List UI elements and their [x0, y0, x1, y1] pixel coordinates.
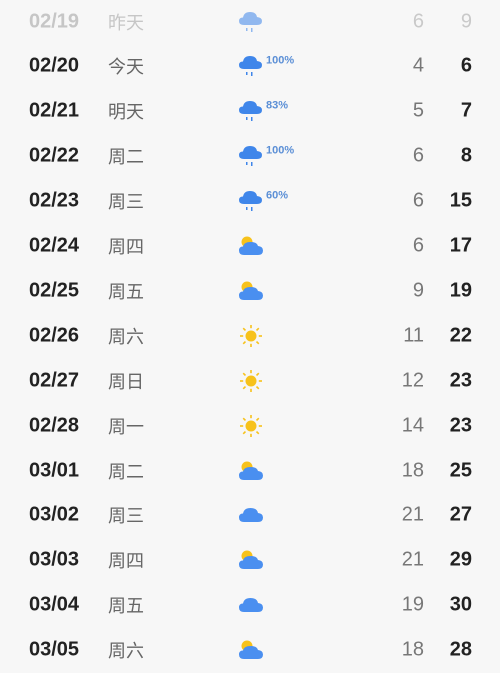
weekday-label: 周六 — [108, 326, 144, 348]
low-temp: 6 — [412, 10, 424, 32]
forecast-row[interactable]: 02/20 今天 100% 4 6 — [0, 44, 500, 89]
sun-icon — [238, 369, 264, 393]
date-label: 02/24 — [29, 234, 80, 257]
cloud-icon — [238, 593, 264, 617]
precip-chance: 100% — [266, 144, 295, 157]
high-temp: 22 — [449, 324, 472, 347]
weekday-label: 周二 — [108, 147, 144, 169]
weekday-label: 周日 — [108, 371, 144, 393]
weekday-label: 周三 — [108, 506, 144, 528]
low-temp: 21 — [401, 503, 424, 526]
high-temp: 7 — [460, 99, 472, 122]
forecast-row[interactable]: 02/25 周五 9 19 — [0, 268, 500, 313]
weekday-label: 明天 — [108, 102, 144, 124]
date-label: 03/02 — [29, 503, 80, 526]
precip-chance: 83% — [266, 99, 289, 112]
date-label: 03/03 — [29, 548, 80, 571]
weekday-label: 周四 — [108, 551, 144, 573]
date-label: 02/27 — [29, 369, 80, 392]
high-temp: 9 — [460, 10, 472, 32]
weekday-label: 周四 — [108, 237, 144, 258]
sun-icon — [238, 324, 264, 348]
rain-icon — [238, 10, 264, 34]
rain-icon — [238, 189, 264, 213]
low-temp: 9 — [412, 279, 424, 302]
cloud-icon — [238, 503, 264, 527]
high-temp: 25 — [449, 459, 472, 481]
partly-cloudy-icon — [238, 638, 264, 662]
weekday-label: 周一 — [108, 416, 144, 438]
high-temp: 28 — [449, 638, 472, 661]
forecast-row[interactable]: 03/03 周四 21 29 — [0, 538, 500, 583]
forecast-row[interactable]: 02/28 周一 14 23 — [0, 403, 500, 448]
weekday-label: 周六 — [108, 641, 144, 663]
weekday-label: 周五 — [108, 281, 144, 303]
partly-cloudy-icon — [238, 548, 264, 572]
high-temp: 17 — [449, 234, 472, 257]
forecast-row[interactable]: 03/04 周五 19 30 — [0, 583, 500, 628]
low-temp: 21 — [401, 548, 424, 571]
date-label: 02/22 — [29, 144, 80, 167]
date-label: 02/20 — [29, 54, 80, 77]
forecast-row[interactable]: 03/01 周二 18 25 — [0, 448, 500, 493]
low-temp: 6 — [412, 189, 424, 212]
low-temp: 18 — [401, 638, 424, 661]
weekday-label: 周五 — [108, 596, 144, 618]
high-temp: 30 — [449, 593, 472, 616]
low-temp: 11 — [403, 324, 424, 347]
date-label: 03/05 — [29, 638, 80, 661]
precip-chance: 100% — [266, 54, 295, 67]
forecast-row[interactable]: 02/21 明天 83% 5 7 — [0, 89, 500, 134]
forecast-row[interactable]: 02/27 周日 12 23 — [0, 358, 500, 403]
date-label: 02/21 — [29, 99, 80, 122]
low-temp: 6 — [412, 234, 424, 257]
date-label: 02/23 — [29, 189, 80, 212]
weekday-label: 昨天 — [108, 12, 144, 34]
forecast-row[interactable]: 02/22 周二 100% 6 8 — [0, 134, 500, 179]
high-temp: 27 — [449, 503, 472, 526]
partly-cloudy-icon — [238, 234, 264, 258]
high-temp: 6 — [460, 54, 472, 77]
low-temp: 12 — [401, 369, 424, 392]
forecast-row[interactable]: 02/19 昨天 6 9 — [0, 0, 500, 44]
date-label: 02/26 — [29, 324, 80, 347]
precip-chance: 60% — [266, 189, 289, 202]
rain-icon — [238, 54, 264, 78]
weekday-label: 周三 — [108, 192, 144, 214]
sun-icon — [238, 414, 264, 438]
low-temp: 19 — [401, 593, 424, 616]
partly-cloudy-icon — [238, 279, 264, 303]
low-temp: 4 — [412, 54, 424, 77]
forecast-row[interactable]: 02/26 周六 11 22 — [0, 313, 500, 358]
weekday-label: 周二 — [108, 461, 144, 483]
high-temp: 23 — [449, 414, 472, 437]
date-label: 03/01 — [29, 459, 80, 481]
high-temp: 8 — [460, 144, 472, 167]
forecast-row[interactable]: 02/24 周四 6 17 — [0, 224, 500, 269]
rain-icon — [238, 99, 264, 123]
high-temp: 15 — [449, 189, 472, 212]
forecast-row[interactable]: 02/23 周三 60% 6 15 — [0, 179, 500, 224]
low-temp: 5 — [412, 99, 424, 122]
partly-cloudy-icon — [238, 459, 264, 483]
date-label: 02/19 — [29, 10, 80, 32]
high-temp: 19 — [449, 279, 472, 302]
date-label: 02/25 — [29, 279, 80, 302]
high-temp: 29 — [449, 548, 472, 571]
date-label: 03/04 — [29, 593, 80, 616]
weekday-label: 今天 — [108, 57, 144, 79]
low-temp: 18 — [401, 459, 424, 481]
high-temp: 23 — [449, 369, 472, 392]
forecast-row[interactable]: 03/02 周三 21 27 — [0, 493, 500, 538]
rain-icon — [238, 144, 264, 168]
low-temp: 14 — [401, 414, 424, 437]
low-temp: 6 — [412, 144, 424, 167]
date-label: 02/28 — [29, 414, 80, 437]
